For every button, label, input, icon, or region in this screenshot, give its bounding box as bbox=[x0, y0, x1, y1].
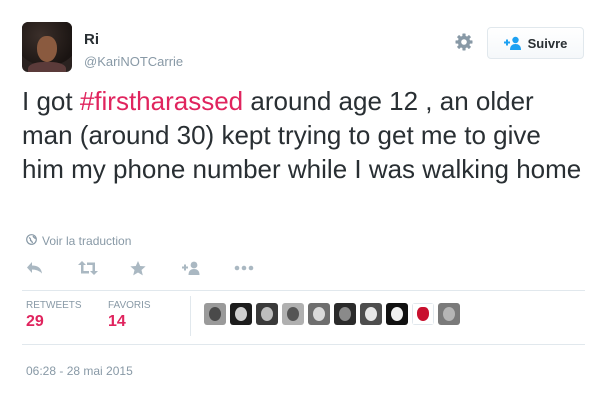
follow-button[interactable]: Suivre bbox=[487, 27, 584, 59]
tweet-text: I got #firstharassed around age 12 , an … bbox=[22, 84, 587, 186]
retweet-button[interactable] bbox=[78, 258, 130, 278]
user-handle[interactable]: @KariNOTCarrie bbox=[84, 54, 183, 69]
translate-label: Voir la traduction bbox=[42, 234, 132, 248]
favoriter-avatar[interactable] bbox=[230, 303, 252, 325]
favorites-label[interactable]: FAVORIS bbox=[108, 300, 151, 311]
retweets-count[interactable]: 29 bbox=[26, 313, 44, 331]
reply-icon bbox=[26, 261, 44, 275]
avatar[interactable] bbox=[22, 22, 72, 72]
more-button[interactable] bbox=[234, 258, 286, 278]
favoriter-avatar[interactable] bbox=[308, 303, 330, 325]
favoriter-avatar[interactable] bbox=[204, 303, 226, 325]
retweet-icon bbox=[78, 261, 98, 275]
favoriter-avatar[interactable] bbox=[386, 303, 408, 325]
more-icon bbox=[234, 265, 254, 271]
gear-icon[interactable] bbox=[453, 31, 475, 53]
favorites-count[interactable]: 14 bbox=[108, 313, 126, 331]
favoriter-avatar[interactable] bbox=[360, 303, 382, 325]
favoriter-avatar[interactable] bbox=[256, 303, 278, 325]
divider bbox=[22, 344, 585, 345]
add-user-icon bbox=[182, 261, 202, 275]
reply-button[interactable] bbox=[26, 258, 78, 278]
favoriter-avatar[interactable] bbox=[282, 303, 304, 325]
add-user-icon bbox=[503, 36, 522, 50]
follow-action-button[interactable] bbox=[182, 258, 234, 278]
favoriter-avatar[interactable] bbox=[438, 303, 460, 325]
tweet-card: Ri @KariNOTCarrie Suivre I got #firsthar… bbox=[0, 0, 605, 401]
hashtag-link[interactable]: #firstharassed bbox=[80, 86, 243, 116]
user-name[interactable]: Ri bbox=[84, 31, 99, 48]
divider bbox=[190, 296, 191, 336]
tweet-actions bbox=[26, 258, 286, 278]
retweets-label[interactable]: RETWEETS bbox=[26, 300, 82, 311]
follow-button-label: Suivre bbox=[527, 35, 568, 51]
favoriters-avatars bbox=[204, 303, 460, 325]
star-icon bbox=[130, 260, 146, 276]
translate-link[interactable]: Voir la traduction bbox=[26, 234, 131, 248]
tweet-timestamp[interactable]: 06:28 - 28 mai 2015 bbox=[26, 364, 133, 378]
globe-icon bbox=[26, 234, 37, 248]
favorite-button[interactable] bbox=[130, 258, 182, 278]
divider bbox=[22, 290, 585, 291]
favoriter-avatar[interactable] bbox=[334, 303, 356, 325]
tweet-text-before: I got bbox=[22, 86, 80, 116]
favoriter-avatar[interactable] bbox=[412, 303, 434, 325]
